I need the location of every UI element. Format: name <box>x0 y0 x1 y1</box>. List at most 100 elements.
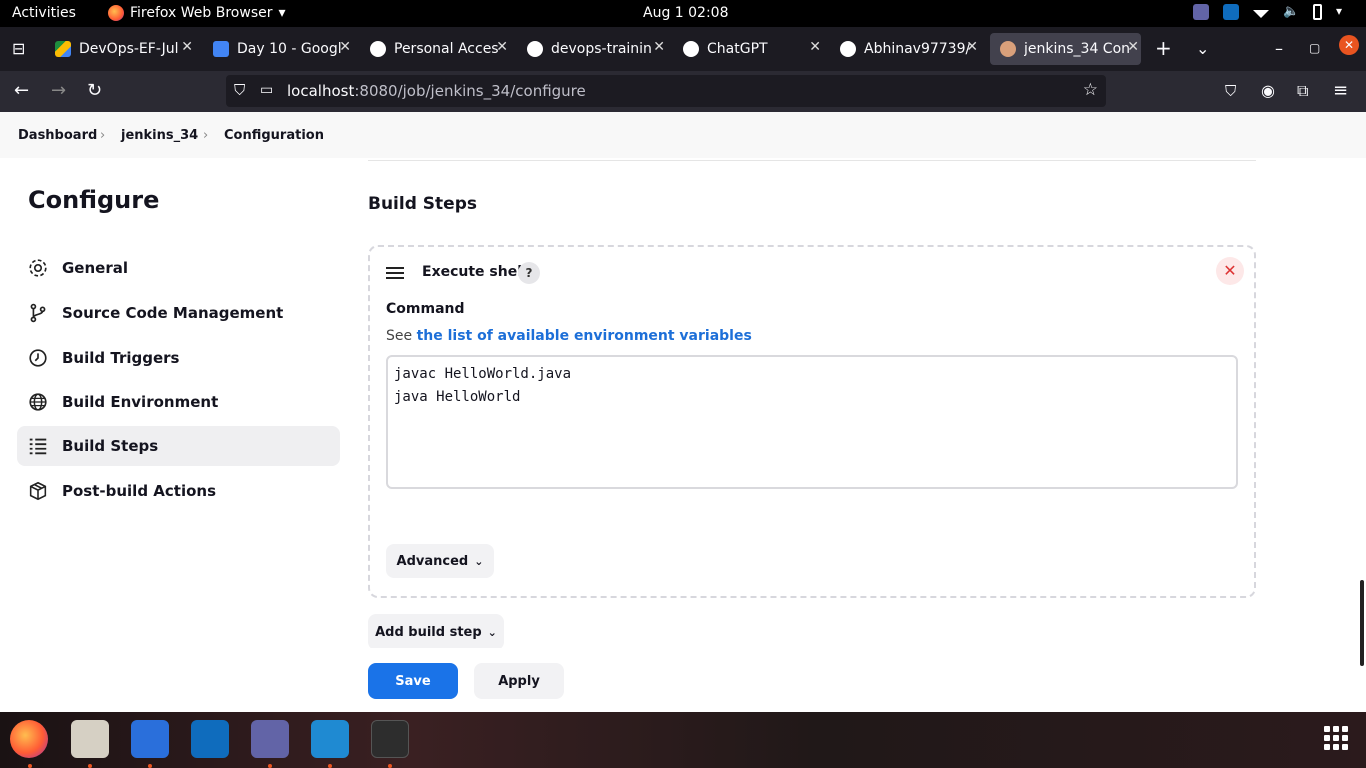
gear-icon <box>29 259 47 277</box>
outlook-dock-icon[interactable] <box>191 720 229 758</box>
navigation-bar: ← → ↻ ⛉ ▭ localhost:8080/job/jenkins_34/… <box>0 71 1366 112</box>
list-icon <box>29 438 47 455</box>
scrollbar[interactable] <box>1360 580 1364 666</box>
tab-devops-training[interactable]: devops-trainin ✕ <box>517 33 667 65</box>
tab-jenkins[interactable]: jenkins_34 Con ✕ <box>990 33 1141 65</box>
outlook-tray-icon[interactable] <box>1223 4 1239 20</box>
page-title: Configure <box>28 186 160 214</box>
wifi-icon[interactable] <box>1253 10 1269 18</box>
tab-personal-access[interactable]: Personal Acces ✕ <box>360 33 510 65</box>
url-text[interactable]: localhost:8080/job/jenkins_34/configure <box>287 82 586 100</box>
close-tab-icon[interactable]: ✕ <box>181 39 193 55</box>
running-indicator <box>268 764 272 768</box>
system-top-bar: Activities Firefox Web Browser ▾ Aug 1 0… <box>0 0 1366 27</box>
reload-icon[interactable]: ↻ <box>87 81 102 101</box>
system-tray[interactable]: 🔈 ▾ <box>1193 4 1352 20</box>
apply-button[interactable]: Apply <box>474 663 564 699</box>
close-tab-icon[interactable]: ✕ <box>496 39 508 55</box>
page-icon: ▭ <box>260 82 274 98</box>
close-tab-icon[interactable]: ✕ <box>1127 39 1139 55</box>
chatgpt-icon <box>683 41 699 57</box>
help-button[interactable]: ? <box>518 262 540 284</box>
advanced-button[interactable]: Advanced ⌄ <box>386 544 494 578</box>
tab-devops-ef[interactable]: DevOps-EF-Jul ✕ <box>45 33 195 65</box>
delete-step-button[interactable]: ✕ <box>1216 257 1244 285</box>
battery-icon[interactable] <box>1313 4 1322 20</box>
menu-icon[interactable]: ≡ <box>1333 81 1348 101</box>
env-vars-hint: See the list of available environment va… <box>386 328 752 344</box>
step-title: Execute shell <box>422 264 527 280</box>
sidebar-item-build-steps[interactable]: Build Steps <box>17 426 340 466</box>
running-indicator <box>388 764 392 768</box>
extensions-icon[interactable]: ⧉ <box>1297 81 1308 101</box>
sidebar-item-general[interactable]: General <box>17 248 340 288</box>
close-tab-icon[interactable]: ✕ <box>653 39 665 55</box>
breadcrumb-configuration[interactable]: Configuration <box>224 128 324 143</box>
save-button[interactable]: Save <box>368 663 458 699</box>
build-step-card: Execute shell ? ✕ Command See the list o… <box>368 245 1256 598</box>
tab-abhinav[interactable]: Abhinav97739/ ✕ <box>830 33 980 65</box>
form-action-bar <box>0 648 1366 712</box>
clock[interactable]: Aug 1 02:08 <box>643 5 729 21</box>
close-tab-icon[interactable]: ✕ <box>339 39 351 55</box>
breadcrumb-job[interactable]: jenkins_34 <box>121 128 198 143</box>
chevron-right-icon: › <box>100 128 106 143</box>
vscode-dock-icon[interactable] <box>311 720 349 758</box>
chevron-down-icon: ⌄ <box>474 554 484 568</box>
sidebar-item-build-triggers[interactable]: Build Triggers <box>17 338 340 378</box>
back-icon[interactable]: ← <box>14 81 29 101</box>
running-indicator <box>88 764 92 768</box>
new-tab-icon[interactable]: + <box>1155 36 1172 60</box>
firefox-icon <box>108 5 124 21</box>
close-tab-icon[interactable]: ✕ <box>966 39 978 55</box>
taskbar-dock <box>0 712 1366 768</box>
bookmark-star-icon[interactable]: ☆ <box>1083 80 1098 100</box>
activities-button[interactable]: Activities <box>12 5 76 21</box>
shield-icon[interactable]: ⛉ <box>234 81 245 99</box>
sidebar-item-scm[interactable]: Source Code Management <box>17 293 340 333</box>
terminal-dock-icon[interactable] <box>371 720 409 758</box>
caret-down-icon: ▾ <box>278 5 286 21</box>
pocket-icon[interactable]: ⛉ <box>1225 81 1236 101</box>
breadcrumb: Dashboard › jenkins_34 › Configuration <box>0 112 1366 158</box>
firefox-dock-icon[interactable] <box>10 720 48 758</box>
close-tab-icon[interactable]: ✕ <box>809 39 821 55</box>
power-menu-icon[interactable]: ▾ <box>1336 4 1352 20</box>
breadcrumb-dashboard[interactable]: Dashboard <box>18 128 97 143</box>
tab-chatgpt[interactable]: ChatGPT ✕ <box>673 33 823 65</box>
url-bar[interactable]: ⛉ ▭ localhost:8080/job/jenkins_34/config… <box>226 75 1106 107</box>
package-icon <box>29 481 47 501</box>
close-window-icon[interactable]: ✕ <box>1339 35 1359 55</box>
forward-icon[interactable]: → <box>51 81 66 101</box>
files-dock-icon[interactable] <box>71 720 109 758</box>
running-indicator <box>328 764 332 768</box>
env-vars-link[interactable]: the list of available environment variab… <box>417 328 752 344</box>
chevron-down-icon: ⌄ <box>487 625 497 639</box>
command-textarea[interactable]: javac HelloWorld.java java HelloWorld <box>386 355 1238 489</box>
minimize-icon[interactable]: – <box>1275 39 1283 58</box>
tab-day10[interactable]: Day 10 - Googl ✕ <box>203 33 353 65</box>
chevron-right-icon: › <box>203 128 209 143</box>
maximize-icon[interactable]: ▢ <box>1309 41 1320 55</box>
google-drive-icon <box>55 41 71 57</box>
account-icon[interactable]: ◉ <box>1261 81 1275 101</box>
teams-dock-icon[interactable] <box>251 720 289 758</box>
globe-icon <box>29 393 47 411</box>
github-icon <box>527 41 543 57</box>
tab-list-icon[interactable]: ⌄ <box>1196 39 1209 58</box>
firefox-view-icon[interactable]: ⊟ <box>12 39 25 58</box>
show-apps-icon[interactable] <box>1324 726 1348 750</box>
volume-icon[interactable]: 🔈 <box>1283 4 1299 20</box>
branch-icon <box>30 303 46 323</box>
writer-dock-icon[interactable] <box>131 720 169 758</box>
add-build-step-button[interactable]: Add build step ⌄ <box>368 614 504 650</box>
divider <box>368 160 1256 161</box>
teams-tray-icon[interactable] <box>1193 4 1209 20</box>
jenkins-icon <box>1000 41 1016 57</box>
jenkins-configure-page: Dashboard › jenkins_34 › Configuration C… <box>0 112 1366 712</box>
sidebar-item-build-environment[interactable]: Build Environment <box>17 382 340 422</box>
drag-handle-icon[interactable] <box>386 267 404 282</box>
app-menu[interactable]: Firefox Web Browser ▾ <box>108 5 286 21</box>
running-indicator <box>148 764 152 768</box>
sidebar-item-post-build[interactable]: Post-build Actions <box>17 471 340 511</box>
